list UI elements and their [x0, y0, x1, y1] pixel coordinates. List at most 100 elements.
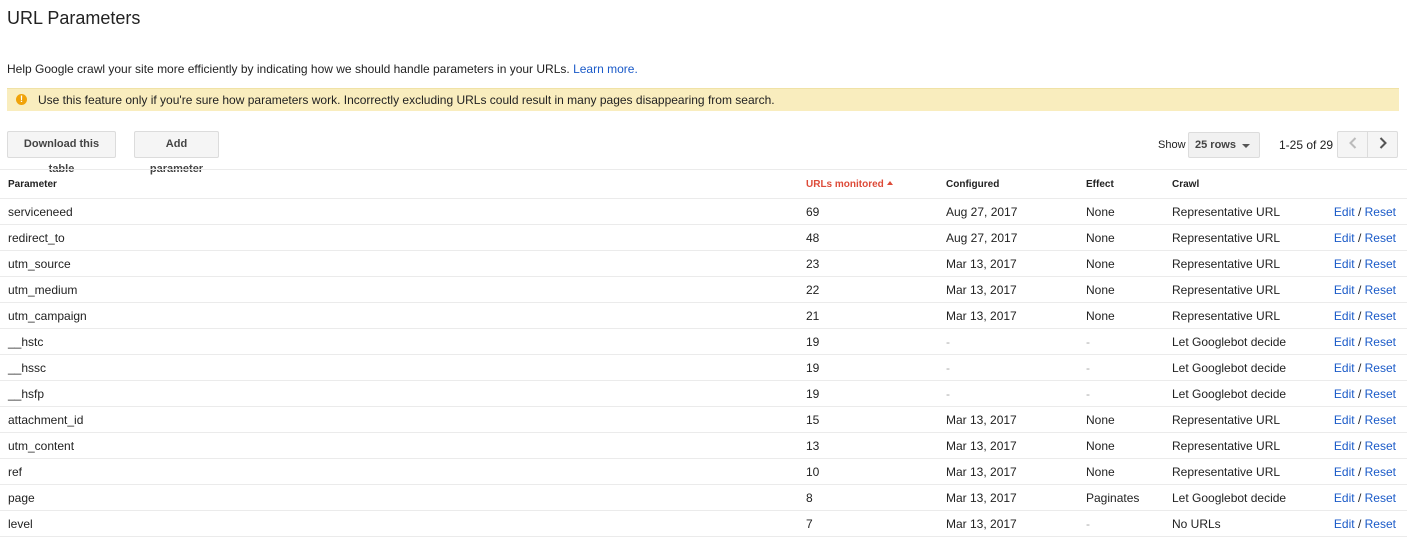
- urls-monitored-cell: 22: [806, 276, 946, 303]
- chevron-down-icon: [1242, 144, 1250, 148]
- edit-link[interactable]: Edit: [1334, 205, 1355, 219]
- column-header-parameter[interactable]: Parameter: [0, 169, 806, 199]
- action-separator: /: [1357, 516, 1362, 531]
- configured-cell: Mar 13, 2017: [946, 458, 1086, 485]
- table-row: __hssc 19- - Let Googlebot decide Edit / Res…: [0, 354, 1407, 381]
- next-page-button[interactable]: [1367, 131, 1398, 158]
- reset-link[interactable]: Reset: [1365, 465, 1396, 479]
- parameter-cell: __hsfp: [0, 380, 806, 407]
- reset-link[interactable]: Reset: [1365, 491, 1396, 505]
- table-row: utm_content 13 Mar 13, 2017 None Representat…: [0, 432, 1407, 459]
- table-row: utm_medium 22 Mar 13, 2017 None Representati…: [0, 276, 1407, 303]
- configured-cell: -: [946, 380, 1086, 407]
- action-separator: /: [1357, 490, 1362, 505]
- configured-cell: Mar 13, 2017: [946, 510, 1086, 537]
- column-header-urls-monitored[interactable]: URLs monitored: [806, 169, 946, 199]
- sort-ascending-icon: [886, 180, 893, 185]
- edit-link[interactable]: Edit: [1334, 309, 1355, 323]
- effect-cell: -: [1086, 328, 1172, 355]
- parameter-cell: page: [0, 484, 806, 511]
- actions-cell: Edit / Reset: [1312, 276, 1407, 303]
- actions-cell: Edit / Reset: [1312, 354, 1407, 381]
- reset-link[interactable]: Reset: [1365, 439, 1396, 453]
- crawl-cell: Representative URL: [1172, 276, 1312, 303]
- urls-monitored-cell: 48: [806, 224, 946, 251]
- crawl-cell: Representative URL: [1172, 224, 1312, 251]
- effect-cell: None: [1086, 302, 1172, 329]
- edit-link[interactable]: Edit: [1334, 335, 1355, 349]
- column-header-label: Effect: [1086, 178, 1114, 190]
- reset-link[interactable]: Reset: [1365, 231, 1396, 245]
- configured-cell: Aug 27, 2017: [946, 198, 1086, 225]
- download-table-button[interactable]: Download this table: [7, 131, 116, 175]
- edit-link[interactable]: Edit: [1334, 439, 1355, 453]
- actions-cell: Edit / Reset: [1312, 458, 1407, 485]
- actions-cell: Edit / Reset: [1312, 198, 1407, 225]
- edit-link[interactable]: Edit: [1334, 387, 1355, 401]
- crawl-cell: Representative URL: [1172, 406, 1312, 433]
- table-row: utm_campaign 21 Mar 13, 2017 None Representa…: [0, 302, 1407, 329]
- column-header-actions: [1312, 169, 1407, 199]
- configured-cell: Mar 13, 2017: [946, 406, 1086, 433]
- reset-link[interactable]: Reset: [1365, 517, 1396, 531]
- effect-cell: -: [1086, 354, 1172, 381]
- edit-link[interactable]: Edit: [1334, 257, 1355, 271]
- table-row: utm_source 23 Mar 13, 2017 None Representati…: [0, 250, 1407, 277]
- actions-cell: Edit / Reset: [1312, 302, 1407, 329]
- reset-link[interactable]: Reset: [1365, 257, 1396, 271]
- edit-link[interactable]: Edit: [1334, 413, 1355, 427]
- configured-cell: -: [946, 354, 1086, 381]
- show-label: Show: [1158, 139, 1186, 151]
- table-row: level 7 Mar 13, 2017- No URLs Edit / Reset: [0, 510, 1407, 537]
- configured-cell: Aug 27, 2017: [946, 224, 1086, 251]
- table-row: ref 10 Mar 13, 2017 None Representative URL E…: [0, 458, 1407, 485]
- urls-monitored-cell: 19: [806, 380, 946, 407]
- parameter-cell: redirect_to: [0, 224, 806, 251]
- urls-monitored-cell: 15: [806, 406, 946, 433]
- effect-cell: None: [1086, 432, 1172, 459]
- action-separator: /: [1357, 204, 1362, 219]
- previous-page-button[interactable]: [1337, 131, 1368, 158]
- reset-link[interactable]: Reset: [1365, 335, 1396, 349]
- edit-link[interactable]: Edit: [1334, 517, 1355, 531]
- edit-link[interactable]: Edit: [1334, 283, 1355, 297]
- edit-link[interactable]: Edit: [1334, 361, 1355, 375]
- actions-cell: Edit / Reset: [1312, 328, 1407, 355]
- reset-link[interactable]: Reset: [1365, 387, 1396, 401]
- reset-link[interactable]: Reset: [1365, 413, 1396, 427]
- edit-link[interactable]: Edit: [1334, 491, 1355, 505]
- reset-link[interactable]: Reset: [1365, 309, 1396, 323]
- pagination-range: 1-25 of 29: [1279, 138, 1334, 152]
- parameter-cell: serviceneed: [0, 198, 806, 225]
- column-header-effect[interactable]: Effect: [1086, 169, 1172, 199]
- parameter-cell: utm_campaign: [0, 302, 806, 329]
- effect-cell: None: [1086, 250, 1172, 277]
- urls-monitored-cell: 13: [806, 432, 946, 459]
- column-header-label: URLs monitored: [806, 178, 884, 190]
- parameter-cell: level: [0, 510, 806, 537]
- table-row: __hstc 19- - Let Googlebot decide Edit / Res…: [0, 328, 1407, 355]
- chevron-left-icon: [1348, 137, 1356, 149]
- edit-link[interactable]: Edit: [1334, 231, 1355, 245]
- parameter-cell: attachment_id: [0, 406, 806, 433]
- column-header-configured[interactable]: Configured: [946, 169, 1086, 199]
- chevron-right-icon: [1379, 137, 1387, 149]
- action-separator: /: [1357, 334, 1362, 349]
- reset-link[interactable]: Reset: [1365, 361, 1396, 375]
- actions-cell: Edit / Reset: [1312, 224, 1407, 251]
- reset-link[interactable]: Reset: [1365, 205, 1396, 219]
- action-separator: /: [1357, 464, 1362, 479]
- effect-cell: -: [1086, 510, 1172, 537]
- crawl-cell: Representative URL: [1172, 250, 1312, 277]
- add-parameter-button[interactable]: Add parameter: [134, 131, 219, 175]
- rows-per-page-select[interactable]: 25 rows: [1188, 132, 1260, 158]
- edit-link[interactable]: Edit: [1334, 465, 1355, 479]
- parameter-cell: utm_content: [0, 432, 806, 459]
- reset-link[interactable]: Reset: [1365, 283, 1396, 297]
- learn-more-link[interactable]: Learn more.: [573, 62, 638, 76]
- parameters-table: Parameter URLs monitored Configured Effe…: [0, 169, 1407, 537]
- urls-monitored-cell: 10: [806, 458, 946, 485]
- effect-cell: Paginates: [1086, 484, 1172, 511]
- column-header-crawl[interactable]: Crawl: [1172, 169, 1312, 199]
- action-separator: /: [1357, 230, 1362, 245]
